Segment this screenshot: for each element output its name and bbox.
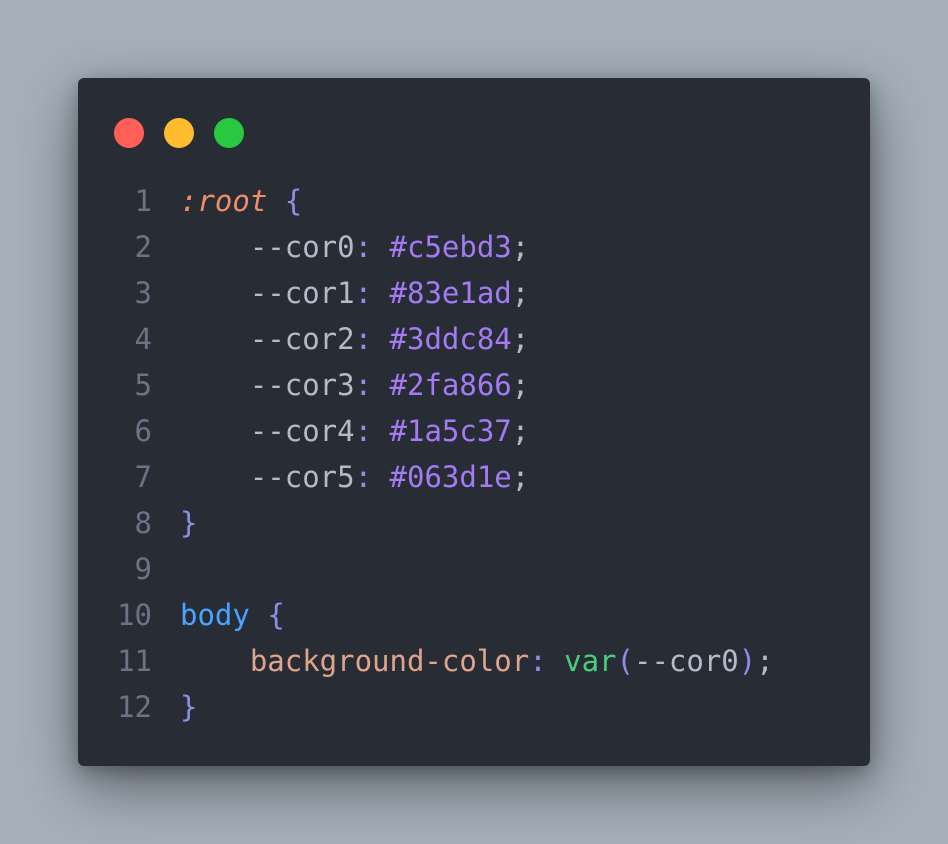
code-token: --cor3 [180,368,355,402]
code-token: : [354,276,390,310]
minimize-dot-icon[interactable] [164,118,194,148]
line-number: 5 [134,368,152,402]
line-number: 10 [117,598,152,632]
code-token: #063d1e [389,460,512,494]
code-text: --cor5: #063d1e; [180,454,529,500]
code-token: --cor0 [180,230,355,264]
code-line: 8} [78,500,870,546]
code-text: background-color: var(--cor0); [180,638,774,684]
code-token: : [354,322,390,356]
code-token: : [354,460,390,494]
code-line: 11 background-color: var(--cor0); [78,638,870,684]
code-line: 7 --cor5: #063d1e; [78,454,870,500]
line-number: 12 [117,690,152,724]
code-text: --cor0: #c5ebd3; [180,224,529,270]
code-text: --cor1: #83e1ad; [180,270,529,316]
code-token: --cor4 [180,414,355,448]
line-number: 4 [134,322,152,356]
code-block: 1:root {2 --cor0: #c5ebd3; 3 --cor1: #83e… [78,178,870,730]
code-line: 5 --cor3: #2fa866; [78,362,870,408]
code-token: #c5ebd3 [389,230,512,264]
code-text: body { [180,592,285,638]
code-line: 3 --cor1: #83e1ad; [78,270,870,316]
code-token: : [529,644,565,678]
maximize-dot-icon[interactable] [214,118,244,148]
line-number: 8 [134,506,152,540]
code-token: ; [511,230,530,264]
code-text: --cor4: #1a5c37; [180,408,529,454]
code-token: #3ddc84 [389,322,512,356]
code-token: : [354,230,390,264]
code-token: :root [180,184,268,218]
code-token: ; [511,276,530,310]
code-line: 6 --cor4: #1a5c37; [78,408,870,454]
code-token: --cor0 [633,644,739,678]
code-token: { [267,598,285,632]
code-text: } [180,500,197,546]
close-dot-icon[interactable] [114,118,144,148]
code-line: 9 [78,546,870,592]
code-token: ; [511,414,530,448]
line-number: 3 [134,276,152,310]
code-line: 4 --cor2: #3ddc84; [78,316,870,362]
code-token: #1a5c37 [389,414,512,448]
code-text: --cor2: #3ddc84; [180,316,529,362]
code-token: var [564,644,617,678]
code-line: 10 body { [78,592,870,638]
code-line: 2 --cor0: #c5ebd3; [78,224,870,270]
code-text: --cor3: #2fa866; [180,362,529,408]
code-token: : [354,414,390,448]
code-token: background-color [180,644,530,678]
code-token: body [180,598,250,632]
code-token: ; [756,644,774,678]
code-token: ( [616,644,634,678]
line-number: 7 [134,460,152,494]
code-token: ; [511,368,530,402]
code-text: :root { [180,178,302,224]
code-token: ; [511,322,530,356]
code-token: ; [511,460,530,494]
code-token: : [354,368,390,402]
code-line: 1 :root { [78,178,870,224]
line-number: 6 [134,414,152,448]
code-window: 1:root {2 --cor0: #c5ebd3; 3 --cor1: #83e… [78,78,870,766]
code-token: } [180,506,198,540]
code-line: 12} [78,684,870,730]
code-token: --cor1 [180,276,355,310]
code-token: ) [738,644,757,678]
code-token: #2fa866 [389,368,512,402]
code-text: } [180,684,197,730]
code-token: --cor2 [180,322,355,356]
code-token: { [284,184,303,218]
line-number: 1 [134,184,152,218]
code-token: } [180,690,198,724]
line-number: 2 [134,230,152,264]
code-token: --cor5 [180,460,355,494]
line-number: 9 [134,552,152,586]
code-token: #83e1ad [389,276,512,310]
line-number: 11 [117,644,152,678]
